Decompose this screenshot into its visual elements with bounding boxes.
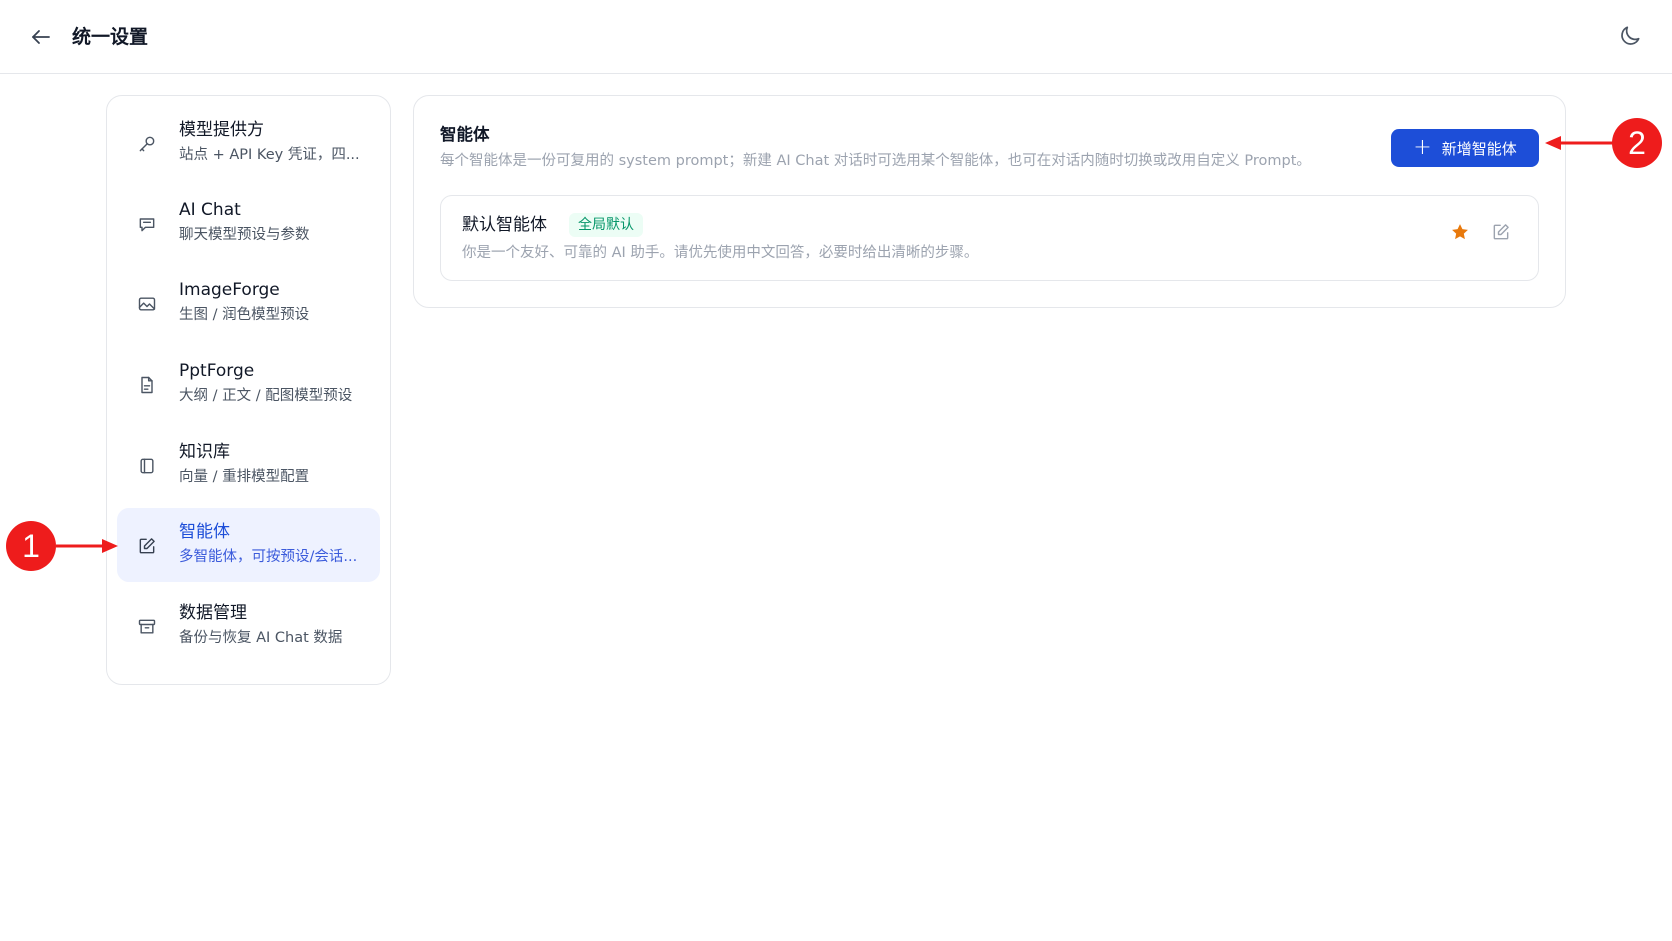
sidebar-item-description: 多智能体，可按预设/会话...: [179, 549, 358, 565]
annotation-marker-1: 1: [6, 521, 56, 571]
agent-name: 默认智能体: [462, 215, 547, 235]
annotation-marker-2: 2: [1612, 118, 1662, 168]
sidebar-item-description: 向量 / 重排模型配置: [179, 469, 310, 485]
sidebar-item-label: AI Chat: [179, 200, 241, 220]
sidebar-item-label: 模型提供方: [179, 120, 264, 140]
book-icon: [137, 456, 157, 476]
agents-panel: 智能体 每个智能体是一份可复用的 system prompt；新建 AI Cha…: [413, 95, 1566, 308]
sidebar-item-imageforge[interactable]: ImageForge 生图 / 润色模型预设: [117, 266, 380, 340]
sidebar-item-description: 聊天模型预设与参数: [179, 227, 310, 243]
top-bar: 统一设置: [0, 0, 1672, 74]
settings-sidebar: 模型提供方 站点 + API Key 凭证，四... AI Chat 聊天模型预…: [106, 95, 391, 685]
agent-card[interactable]: 默认智能体 全局默认 你是一个友好、可靠的 AI 助手。请优先使用中文回答，必要…: [440, 195, 1539, 281]
sidebar-item-label: 智能体: [179, 522, 230, 542]
sidebar-item-label: PptForge: [179, 361, 255, 381]
archive-icon: [137, 617, 157, 637]
sidebar-item-label: 数据管理: [179, 603, 247, 623]
image-icon: [137, 294, 157, 314]
section-title: 智能体: [440, 125, 490, 144]
key-icon: [137, 134, 157, 154]
chat-icon: [137, 214, 157, 234]
section-description: 每个智能体是一份可复用的 system prompt；新建 AI Chat 对话…: [440, 153, 1311, 169]
add-agent-button-label: 新增智能体: [1441, 139, 1517, 158]
sidebar-item-description: 备份与恢复 AI Chat 数据: [179, 630, 343, 646]
edit-icon: [137, 536, 157, 556]
annotation-arrow-2: [1545, 136, 1615, 150]
sidebar-item-agents[interactable]: 智能体 多智能体，可按预设/会话...: [117, 508, 380, 582]
arrow-left-icon: [32, 30, 50, 44]
sidebar-item-description: 站点 + API Key 凭证，四...: [179, 147, 360, 163]
annotation-arrow-1: [56, 539, 118, 553]
sidebar-item-description: 生图 / 润色模型预设: [179, 307, 310, 323]
agent-prompt-preview: 你是一个友好、可靠的 AI 助手。请优先使用中文回答，必要时给出清晰的步骤。: [462, 245, 979, 261]
sidebar-item-ai-chat[interactable]: AI Chat 聊天模型预设与参数: [117, 186, 380, 260]
sidebar-item-label: ImageForge: [179, 280, 280, 300]
edit-agent-button[interactable]: [1487, 218, 1515, 246]
sidebar-item-knowledge-base[interactable]: 知识库 向量 / 重排模型配置: [117, 428, 380, 502]
back-button[interactable]: [26, 22, 56, 52]
moon-icon: [1621, 26, 1640, 45]
file-icon: [137, 375, 157, 395]
default-badge: 全局默认: [569, 213, 643, 237]
star-icon: [1452, 224, 1468, 240]
sidebar-item-data-management[interactable]: 数据管理 备份与恢复 AI Chat 数据: [117, 589, 380, 663]
sidebar-item-pptforge[interactable]: PptForge 大纲 / 正文 / 配图模型预设: [117, 347, 380, 421]
edit-icon: [1493, 224, 1509, 240]
plus-icon: +: [1413, 135, 1432, 160]
sidebar-item-description: 大纲 / 正文 / 配图模型预设: [179, 388, 353, 404]
theme-toggle-button[interactable]: [1614, 20, 1646, 52]
sidebar-item-model-providers[interactable]: 模型提供方 站点 + API Key 凭证，四...: [117, 106, 380, 180]
sidebar-item-label: 知识库: [179, 442, 230, 462]
set-default-button[interactable]: [1446, 218, 1474, 246]
page-title: 统一设置: [72, 26, 149, 48]
add-agent-button[interactable]: + 新增智能体: [1391, 129, 1539, 167]
